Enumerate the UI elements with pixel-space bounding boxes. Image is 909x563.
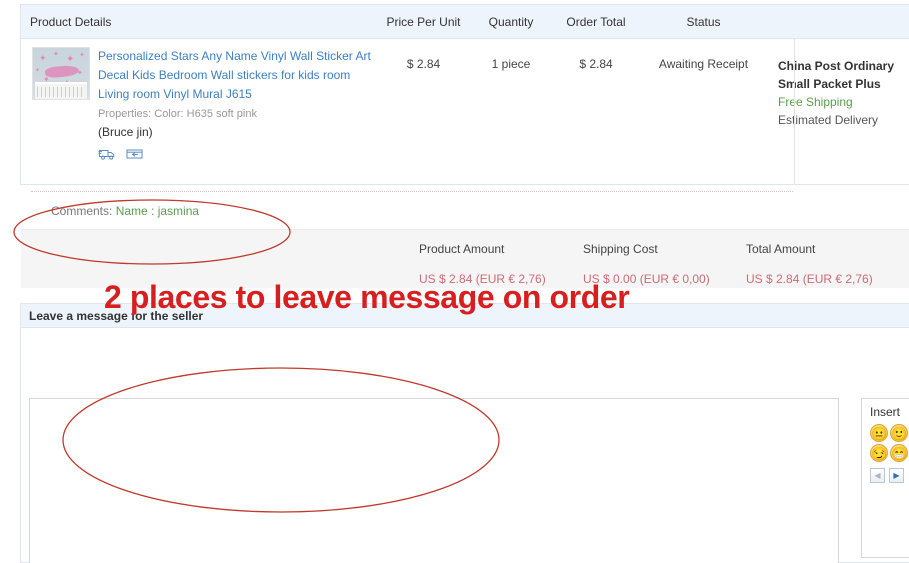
emoji-item[interactable]: 😐 (870, 424, 888, 442)
prev-page-icon[interactable]: ◀ (870, 468, 885, 483)
column-header-quantity: Quantity (488, 14, 534, 29)
estimated-delivery-label: Estimated Delivery (778, 113, 879, 127)
order-row: ✦ ✦ ✦ ✦ ✦ ✦ ✦ ✦ Personalized Stars Any N… (21, 39, 909, 184)
cell-price-per-unit: $ 2.84 (406, 57, 441, 71)
shipping-info: China Post Ordinary Small Packet Plus Fr… (766, 47, 909, 129)
truck-icon[interactable] (98, 146, 117, 161)
next-page-icon[interactable]: ▶ (889, 468, 904, 483)
annotation-text: 2 places to leave message on order (104, 279, 630, 315)
total-amount-column: Total Amount US $ 2.84 (EUR € 2,76) (746, 242, 873, 286)
column-header-price: Price Per Unit (386, 14, 461, 29)
return-box-icon[interactable] (125, 146, 144, 161)
cell-quantity: 1 piece (491, 57, 531, 71)
product-action-icons (98, 146, 376, 161)
emoji-panel-title: Insert (870, 405, 901, 419)
message-textarea[interactable] (29, 398, 839, 563)
product-info: Personalized Stars Any Name Vinyl Wall S… (90, 47, 376, 161)
thumbnail-star: ✦ (53, 51, 59, 58)
thumbnail-crib (35, 82, 87, 99)
column-header-status: Status (686, 14, 721, 29)
cell-status: Awaiting Receipt (658, 57, 749, 71)
comments-label: Comments: (51, 204, 113, 218)
emoji-item[interactable]: 😏 (870, 444, 888, 462)
emoji-pagination: ◀ ▶ (870, 468, 909, 483)
shipping-method: China Post Ordinary Small Packet Plus (778, 59, 895, 91)
leave-message-body: Insert 😐 🙂 😮 😆 😊 😃 😏 😁 😄 ◀ ▶ (21, 328, 909, 563)
seller-name: (Bruce jin) (98, 125, 153, 139)
total-amount-label: Total Amount (746, 242, 816, 256)
order-card: Product Details Price Per Unit Quantity … (20, 4, 909, 288)
emoji-picker-panel: Insert 😐 🙂 😮 😆 😊 😃 😏 😁 😄 ◀ ▶ (861, 398, 909, 558)
thumbnail-star: ✦ (39, 53, 47, 63)
thumbnail-star: ✦ (35, 68, 41, 74)
total-amount-value: US $ 2.84 (EUR € 2,76) (746, 272, 873, 286)
comments-row: Comments: Name : jasmina (51, 204, 199, 218)
order-table-header: Product Details Price Per Unit Quantity … (21, 5, 909, 39)
leave-message-section: Leave a message for the seller Insert 😐 … (20, 303, 909, 563)
column-header-product: Product Details (30, 14, 112, 29)
free-shipping-label: Free Shipping (778, 95, 853, 109)
product-properties: Properties: Color: H635 soft pink (98, 108, 257, 120)
product-thumbnail[interactable]: ✦ ✦ ✦ ✦ ✦ ✦ ✦ ✦ (32, 47, 90, 100)
order-detail-page: Product Details Price Per Unit Quantity … (0, 0, 909, 563)
cell-order-total: $ 2.84 (579, 57, 613, 71)
thumbnail-star: ✦ (66, 54, 75, 65)
comments-divider (31, 191, 793, 192)
product-title-link[interactable]: Personalized Stars Any Name Vinyl Wall S… (98, 47, 376, 104)
column-header-order-total: Order Total (566, 14, 626, 29)
emoji-grid: 😐 🙂 😮 😆 😊 😃 😏 😁 😄 (870, 424, 909, 462)
thumbnail-star: ✦ (79, 52, 85, 59)
shipping-cost-label: Shipping Cost (583, 242, 658, 256)
product-amount-label: Product Amount (419, 242, 505, 256)
emoji-item[interactable]: 😁 (890, 444, 908, 462)
emoji-item[interactable]: 🙂 (890, 424, 908, 442)
shipping-column-divider (794, 39, 795, 184)
comments-value: Name : jasmina (115, 204, 200, 218)
